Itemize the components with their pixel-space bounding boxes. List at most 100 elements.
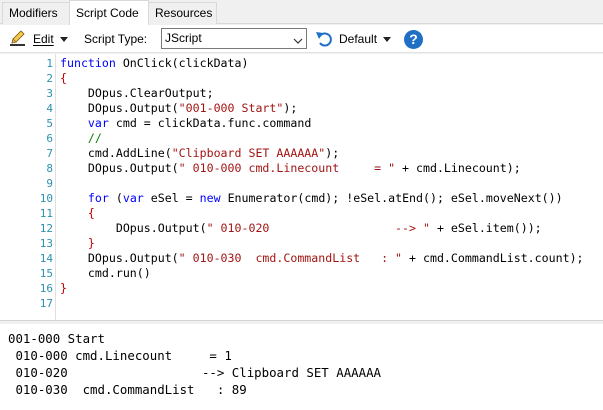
line-number: 4 [46, 102, 53, 115]
code-text: var cmd = clickData.func.command [60, 116, 311, 131]
code-text: } [60, 281, 67, 296]
code-text: DOpus.Output(" 010-000 cmd.Linecount = "… [60, 161, 521, 176]
line-number: 14 [39, 252, 53, 265]
code-line: 16} [0, 281, 603, 296]
code-token: DOpus.Output( [60, 221, 207, 235]
code-text: DOpus.Output(" 010-020 --> " + eSel.item… [60, 221, 542, 236]
code-token: ); [283, 101, 298, 115]
help-icon: ? [404, 29, 423, 49]
code-line: 7 cmd.AddLine("Clipboard SET AAAAAA"); [0, 146, 603, 161]
code-line: 6 // [0, 131, 603, 146]
line-number: 8 [46, 162, 53, 175]
code-token: function [60, 56, 116, 70]
code-token: eSel = [143, 191, 200, 205]
code-line: 17 [0, 296, 603, 311]
edit-menu-button[interactable]: Edit [9, 25, 68, 53]
script-toolbar: Edit Script Type: JScript Default ? [0, 25, 603, 53]
line-number: 5 [46, 117, 53, 130]
code-lines: 1 function OnClick(clickData) 2{3 DOpus.Cl… [0, 56, 603, 311]
code-token: "Clipboard SET AAAAAA" [171, 146, 326, 160]
code-line: 3 DOpus.ClearOutput; [0, 86, 603, 101]
help-button[interactable]: ? [404, 25, 423, 53]
code-text: { [60, 71, 67, 86]
code-token: Enumerator(cmd); !eSel.atEnd(); eSel.mov… [220, 191, 563, 205]
code-token: cmd.run() [60, 266, 151, 280]
line-number: 6 [46, 132, 53, 145]
line-number: 9 [46, 177, 53, 190]
code-token: DOpus.Output( [60, 251, 179, 265]
code-editor[interactable]: 1 function OnClick(clickData) 2{3 DOpus.Cl… [0, 54, 603, 320]
output-line: 010-020 --> Clipboard SET AAAAAA [8, 365, 381, 380]
code-token: DOpus.ClearOutput; [60, 86, 214, 100]
line-number: 17 [39, 297, 53, 310]
code-text: DOpus.ClearOutput; [60, 86, 214, 101]
output-line: 010-030 cmd.CommandList : 89 [8, 382, 247, 397]
code-token: ( [108, 191, 123, 205]
code-token: " 010-030 cmd.CommandList : " [178, 251, 403, 265]
code-token: // [60, 131, 102, 145]
output-pane[interactable]: 001-000 Start 010-000 cmd.Linecount = 1 … [0, 324, 603, 410]
code-token: var [122, 191, 144, 205]
tab-modifiers[interactable]: Modifiers [2, 2, 70, 24]
code-line: 5 var cmd = clickData.func.command [0, 116, 603, 131]
code-line: 2{ [0, 71, 603, 86]
line-number: 10 [39, 192, 53, 205]
code-token: } [60, 236, 95, 250]
undo-default-icon [315, 30, 335, 48]
line-number: 12 [39, 222, 53, 235]
code-token: var [87, 116, 109, 130]
code-text: DOpus.Output("001-000 Start"); [60, 101, 297, 116]
code-text: for (var eSel = new Enumerator(cmd); !eS… [60, 191, 563, 206]
tab-script-code[interactable]: Script Code [69, 0, 149, 25]
script-type-select[interactable]: JScript [161, 28, 307, 49]
chevron-down-icon [59, 36, 68, 42]
code-token: " 010-020 --> " [206, 221, 430, 235]
code-token: cmd.AddLine( [60, 146, 172, 160]
code-token: "001-000 Start" [178, 101, 284, 115]
code-line: 8 DOpus.Output(" 010-000 cmd.Linecount =… [0, 161, 603, 176]
edit-pencil-icon [9, 30, 27, 48]
code-token: + cmd.CommandList.count); [402, 251, 584, 265]
code-text: // [60, 131, 102, 146]
default-button[interactable]: Default [315, 25, 392, 53]
code-text: cmd.run() [60, 266, 151, 281]
code-line: 9 [0, 176, 603, 191]
code-line: 10 for (var eSel = new Enumerator(cmd); … [0, 191, 603, 206]
code-token: ); [325, 146, 340, 160]
code-text: { [60, 206, 95, 221]
line-number: 13 [39, 237, 53, 250]
output-line: 010-000 cmd.Linecount = 1 [8, 348, 232, 363]
line-number: 16 [39, 282, 53, 295]
line-number: 11 [39, 207, 53, 220]
code-line: 13 } [0, 236, 603, 251]
code-token: DOpus.Output( [60, 161, 179, 175]
tab-bar: Modifiers Script Code Resources [0, 0, 603, 25]
code-line: 14 DOpus.Output(" 010-030 cmd.CommandLis… [0, 251, 603, 266]
edit-label: Edit [33, 32, 54, 46]
code-line: 11 { [0, 206, 603, 221]
code-line: 1 function OnClick(clickData) [0, 56, 603, 71]
code-token: } [60, 281, 67, 295]
tab-resources[interactable]: Resources [148, 2, 217, 24]
output-line: 001-000 Start [8, 331, 105, 346]
code-text: function OnClick(clickData) [60, 56, 248, 71]
code-token: + eSel.item()); [429, 221, 542, 235]
line-number: 7 [46, 147, 53, 160]
code-token: OnClick(clickData) [115, 56, 249, 70]
code-token: cmd = clickData.func.command [108, 116, 312, 130]
code-token: { [60, 206, 95, 220]
code-token: DOpus.Output( [60, 101, 179, 115]
code-text: } [60, 236, 95, 251]
code-token: + cmd.Linecount); [395, 161, 521, 175]
default-label: Default [339, 32, 378, 46]
code-line: 15 cmd.run() [0, 266, 603, 281]
code-line: 4 DOpus.Output("001-000 Start"); [0, 101, 603, 116]
line-number: 2 [46, 72, 53, 85]
chevron-down-icon [383, 36, 392, 42]
line-number: 15 [39, 267, 53, 280]
script-type-value: JScript [165, 31, 202, 45]
code-token: for [87, 191, 109, 205]
code-text: cmd.AddLine("Clipboard SET AAAAAA"); [60, 146, 339, 161]
chevron-down-icon [293, 33, 303, 44]
